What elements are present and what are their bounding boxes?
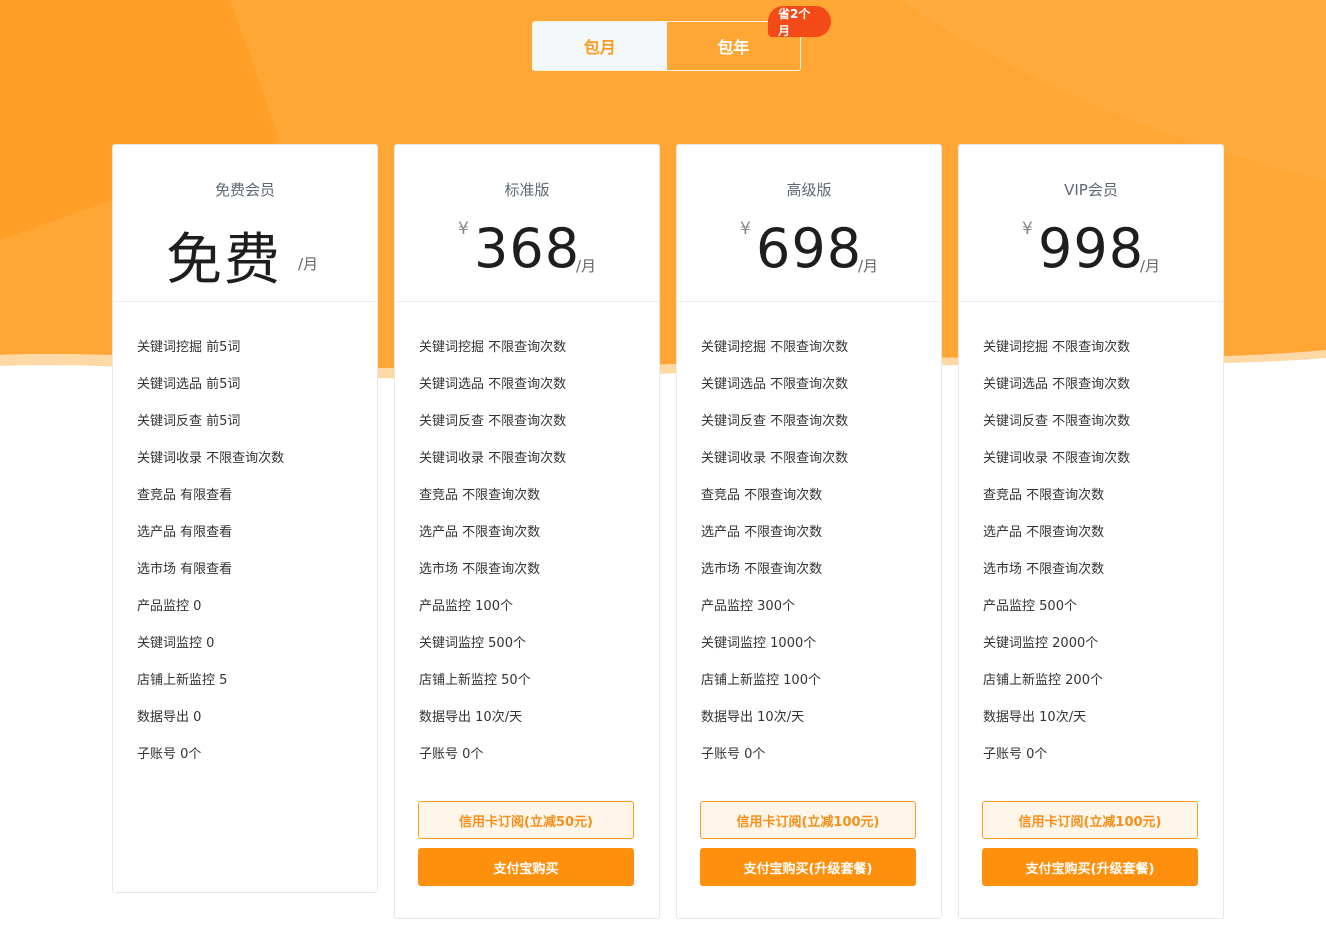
credit-card-subscribe-button[interactable]: 信用卡订阅(立减100元) <box>982 801 1198 839</box>
save-two-months-badge: 省2个月 <box>768 6 831 38</box>
feature-item: 关键词挖掘 前5词 <box>137 340 241 355</box>
alipay-upgrade-button[interactable]: 支付宝购买(升级套餐) <box>982 848 1198 886</box>
credit-card-subscribe-button[interactable]: 信用卡订阅(立减100元) <box>700 801 916 839</box>
feature-item: 店铺上新监控 50个 <box>419 673 531 688</box>
feature-item: 子账号 0个 <box>137 747 202 762</box>
price-amount: 698 <box>756 217 863 280</box>
feature-item: 关键词选品 不限查询次数 <box>419 377 567 392</box>
price-unit: /月 <box>576 257 597 275</box>
price-unit: /月 <box>858 257 879 275</box>
feature-item: 选产品 不限查询次数 <box>983 525 1105 540</box>
price-unit: /月 <box>1140 257 1161 275</box>
price-amount: 998 <box>1038 217 1145 280</box>
feature-list: 关键词挖掘 前5词 关键词选品 前5词 关键词反查 前5词 关键词收录 不限查询… <box>113 302 377 784</box>
plan-header: 标准版 ¥ 368 /月 <box>395 145 659 302</box>
feature-item: 关键词监控 500个 <box>419 636 526 651</box>
feature-item: 关键词收录 不限查询次数 <box>419 451 567 466</box>
plan-card-advanced: 高级版 ¥ 698 /月 关键词挖掘 不限查询次数 关键词选品 不限查询次数 关… <box>676 144 942 919</box>
feature-item: 选市场 有限查看 <box>137 562 233 577</box>
feature-item: 关键词选品 不限查询次数 <box>983 377 1131 392</box>
alipay-upgrade-button[interactable]: 支付宝购买(升级套餐) <box>700 848 916 886</box>
feature-item: 关键词监控 2000个 <box>983 636 1099 651</box>
feature-item: 数据导出 0 <box>137 710 202 725</box>
feature-item: 关键词收录 不限查询次数 <box>983 451 1131 466</box>
alipay-buy-button[interactable]: 支付宝购买 <box>418 848 634 886</box>
feature-item: 关键词监控 0 <box>137 636 215 651</box>
plan-card-free: 免费会员 免费 /月 关键词挖掘 前5词 关键词选品 前5词 关键词反查 前5词… <box>112 144 378 893</box>
price-row: ¥ 698 /月 <box>677 209 941 289</box>
plan-name: 标准版 <box>504 181 550 199</box>
plan-name: 免费会员 <box>214 181 275 199</box>
feature-item: 选市场 不限查询次数 <box>701 562 823 577</box>
feature-list: 关键词挖掘 不限查询次数 关键词选品 不限查询次数 关键词反查 不限查询次数 关… <box>395 302 659 784</box>
feature-item: 查竞品 有限查看 <box>137 488 233 503</box>
price-row: 免费 /月 <box>113 209 377 293</box>
feature-item: 选市场 不限查询次数 <box>983 562 1105 577</box>
feature-list: 关键词挖掘 不限查询次数 关键词选品 不限查询次数 关键词反查 不限查询次数 关… <box>677 302 941 784</box>
feature-item: 关键词挖掘 不限查询次数 <box>983 340 1131 355</box>
tab-monthly[interactable]: 包月 <box>533 22 667 70</box>
feature-item: 子账号 0个 <box>701 747 766 762</box>
feature-item: 数据导出 10次/天 <box>419 710 523 725</box>
feature-item: 选产品 不限查询次数 <box>419 525 541 540</box>
billing-period-toggle: 包月 包年 <box>532 21 801 71</box>
feature-item: 关键词反查 前5词 <box>137 414 241 429</box>
feature-item: 关键词选品 前5词 <box>137 377 241 392</box>
plan-header: 高级版 ¥ 698 /月 <box>677 145 941 302</box>
feature-item: 产品监控 100个 <box>419 599 513 614</box>
price-row: ¥ 998 /月 <box>959 209 1223 289</box>
plan-name: 高级版 <box>786 181 832 199</box>
feature-item: 数据导出 10次/天 <box>701 710 805 725</box>
feature-item: 子账号 0个 <box>983 747 1048 762</box>
feature-item: 查竞品 不限查询次数 <box>701 488 823 503</box>
feature-list: 关键词挖掘 不限查询次数 关键词选品 不限查询次数 关键词反查 不限查询次数 关… <box>959 302 1223 784</box>
plan-name: VIP会员 <box>1064 181 1118 199</box>
feature-item: 关键词反查 不限查询次数 <box>701 414 849 429</box>
plan-header: 免费会员 免费 /月 <box>113 145 377 302</box>
currency-symbol: ¥ <box>740 219 751 239</box>
plan-card-standard: 标准版 ¥ 368 /月 关键词挖掘 不限查询次数 关键词选品 不限查询次数 关… <box>394 144 660 919</box>
currency-symbol: ¥ <box>1022 219 1033 239</box>
feature-item: 关键词收录 不限查询次数 <box>137 451 285 466</box>
credit-card-subscribe-button[interactable]: 信用卡订阅(立减50元) <box>418 801 634 839</box>
feature-item: 子账号 0个 <box>419 747 484 762</box>
feature-item: 产品监控 500个 <box>983 599 1077 614</box>
feature-item: 查竞品 不限查询次数 <box>983 488 1105 503</box>
feature-item: 选市场 不限查询次数 <box>419 562 541 577</box>
currency-symbol: ¥ <box>458 219 469 239</box>
feature-item: 店铺上新监控 100个 <box>701 673 821 688</box>
feature-item: 关键词挖掘 不限查询次数 <box>419 340 567 355</box>
price-free: 免费 <box>166 228 282 293</box>
plan-header: VIP会员 ¥ 998 /月 <box>959 145 1223 302</box>
feature-item: 产品监控 0 <box>137 599 202 614</box>
feature-item: 关键词反查 不限查询次数 <box>419 414 567 429</box>
feature-item: 关键词挖掘 不限查询次数 <box>701 340 849 355</box>
feature-item: 关键词监控 1000个 <box>701 636 817 651</box>
price-unit: /月 <box>298 255 319 273</box>
feature-item: 选产品 有限查看 <box>137 525 233 540</box>
feature-item: 店铺上新监控 5 <box>137 673 228 688</box>
feature-item: 关键词选品 不限查询次数 <box>701 377 849 392</box>
price-row: ¥ 368 /月 <box>395 209 659 289</box>
feature-item: 店铺上新监控 200个 <box>983 673 1103 688</box>
plan-card-vip: VIP会员 ¥ 998 /月 关键词挖掘 不限查询次数 关键词选品 不限查询次数… <box>958 144 1224 919</box>
feature-item: 查竞品 不限查询次数 <box>419 488 541 503</box>
feature-item: 产品监控 300个 <box>701 599 795 614</box>
price-amount: 368 <box>474 217 581 280</box>
feature-item: 数据导出 10次/天 <box>983 710 1087 725</box>
feature-item: 关键词反查 不限查询次数 <box>983 414 1131 429</box>
feature-item: 选产品 不限查询次数 <box>701 525 823 540</box>
feature-item: 关键词收录 不限查询次数 <box>701 451 849 466</box>
